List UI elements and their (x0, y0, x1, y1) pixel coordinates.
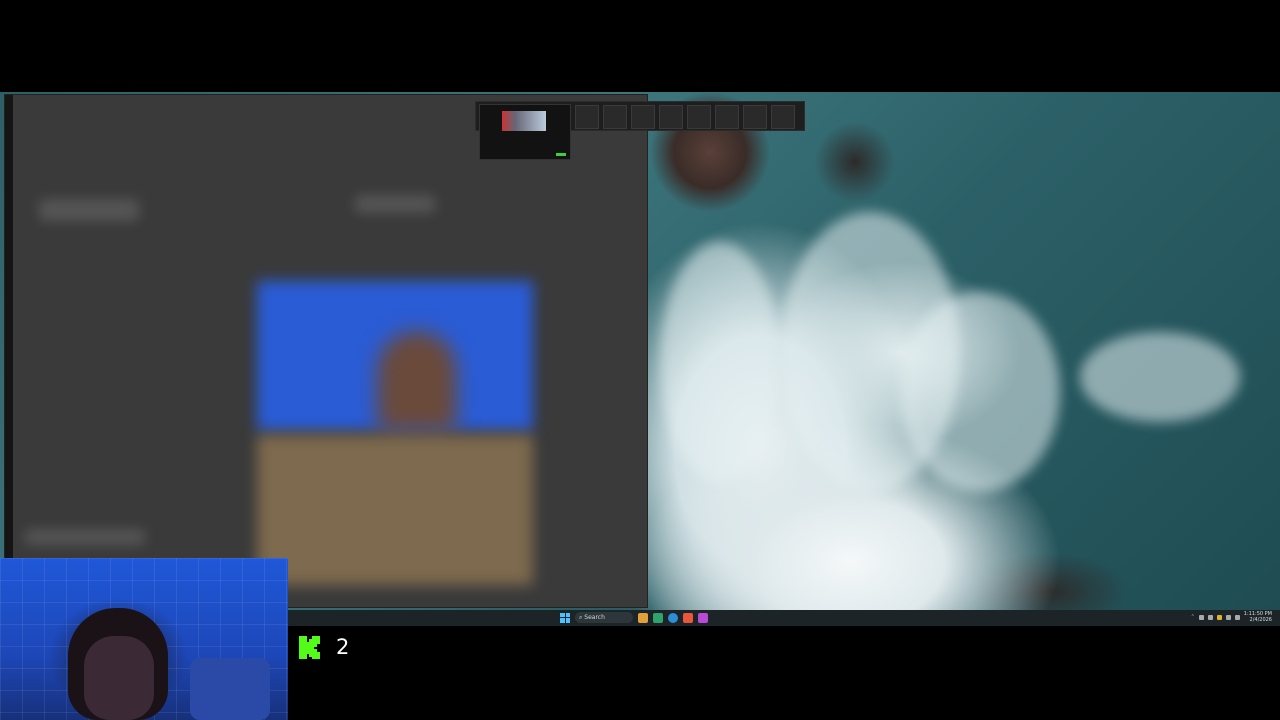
tray-icon[interactable] (1198, 614, 1204, 620)
tray-icon[interactable] (1207, 614, 1213, 620)
windows-start-icon[interactable] (560, 612, 570, 623)
app-icon[interactable] (683, 612, 693, 623)
desktop-slot[interactable] (631, 105, 655, 129)
search-label: Search (584, 614, 605, 621)
blurred-person (377, 331, 457, 431)
blurred-text (355, 195, 435, 213)
pillow (190, 658, 270, 720)
taskbar-clock[interactable]: 1:11:50 PM 2/4/2026 (1244, 611, 1272, 623)
webcam-overlay (0, 558, 288, 720)
thumbnail-meter (556, 153, 566, 156)
blurred-panel (257, 435, 533, 585)
blurred-app-window[interactable] (4, 94, 648, 608)
blurred-text (25, 529, 145, 545)
thumbnail-preview (502, 111, 546, 131)
app-icon[interactable] (653, 612, 663, 623)
desktop-slot[interactable] (687, 105, 711, 129)
blurred-text (39, 199, 139, 221)
viewer-count: 2 (336, 635, 350, 659)
taskbar-search[interactable]: ⌕ Search (575, 612, 633, 623)
desktop-slot[interactable] (575, 105, 599, 129)
waterfall-foam (660, 242, 780, 482)
desktop-slot[interactable] (743, 105, 767, 129)
task-view-thumbnail[interactable] (479, 104, 571, 160)
system-tray: ⌃ 1:11:50 PM 2/4/2026 (1191, 611, 1272, 623)
desktop-slot[interactable] (603, 105, 627, 129)
app-icon[interactable] (698, 612, 708, 623)
window-left-rail (5, 95, 13, 607)
task-view-strip[interactable] (475, 101, 805, 160)
desktop-slot[interactable] (715, 105, 739, 129)
taskbar: ⌕ Search ⌃ 1:11:50 PM 2/4/2026 (288, 610, 1280, 626)
kick-logo-icon (299, 636, 320, 659)
edge-browser-icon[interactable] (668, 612, 678, 623)
tray-icon[interactable] (1216, 614, 1222, 620)
streamer-face (84, 636, 154, 720)
file-explorer-icon[interactable] (638, 612, 648, 623)
waterfall-foam (900, 292, 1060, 492)
volume-icon[interactable] (1234, 614, 1240, 620)
clock-date: 2/4/2026 (1249, 617, 1272, 623)
desktop-slot[interactable] (771, 105, 795, 129)
desktop-slot[interactable] (659, 105, 683, 129)
wifi-icon[interactable] (1225, 614, 1231, 620)
viewer-count-badge: 2 (298, 635, 349, 659)
chevron-up-icon[interactable]: ⌃ (1191, 614, 1195, 620)
taskbar-center: ⌕ Search (560, 612, 708, 623)
river-foam (1080, 332, 1240, 422)
